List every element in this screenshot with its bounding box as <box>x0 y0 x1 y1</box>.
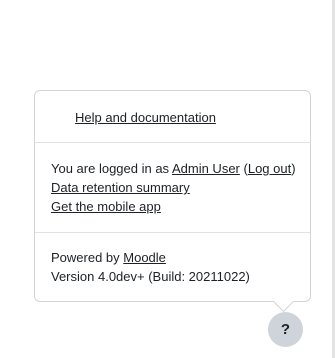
data-retention-link[interactable]: Data retention summary <box>51 180 190 195</box>
login-paren-close: ) <box>291 161 296 176</box>
login-paren-open: ( <box>239 161 248 176</box>
user-profile-link[interactable]: Admin User <box>172 161 240 176</box>
data-retention-line: Data retention summary <box>51 180 190 196</box>
powered-by-prefix: Powered by <box>51 250 124 265</box>
question-mark-icon: ? <box>280 321 291 338</box>
powered-section: Powered by Moodle Version 4.0dev+ (Build… <box>35 233 310 303</box>
footer-help-button[interactable]: ? <box>268 312 303 347</box>
version-info: Version 4.0dev+ (Build: 20211022) <box>51 269 250 284</box>
mobile-app-link[interactable]: Get the mobile app <box>51 199 161 214</box>
moodle-link[interactable]: Moodle <box>123 250 166 265</box>
logout-link[interactable]: Log out <box>248 161 291 176</box>
powered-by: Powered by Moodle <box>51 250 166 266</box>
footer-popover: Help and documentation You are logged in… <box>34 90 311 313</box>
help-line: Help and documentation <box>75 110 216 126</box>
login-info: You are logged in as Admin User (Log out… <box>51 161 296 177</box>
help-documentation-link[interactable]: Help and documentation <box>75 110 216 125</box>
mobile-app-line: Get the mobile app <box>51 199 161 215</box>
help-section: Help and documentation <box>35 91 310 143</box>
login-section: You are logged in as Admin User (Log out… <box>35 143 310 233</box>
login-prefix: You are logged in as <box>51 161 172 176</box>
